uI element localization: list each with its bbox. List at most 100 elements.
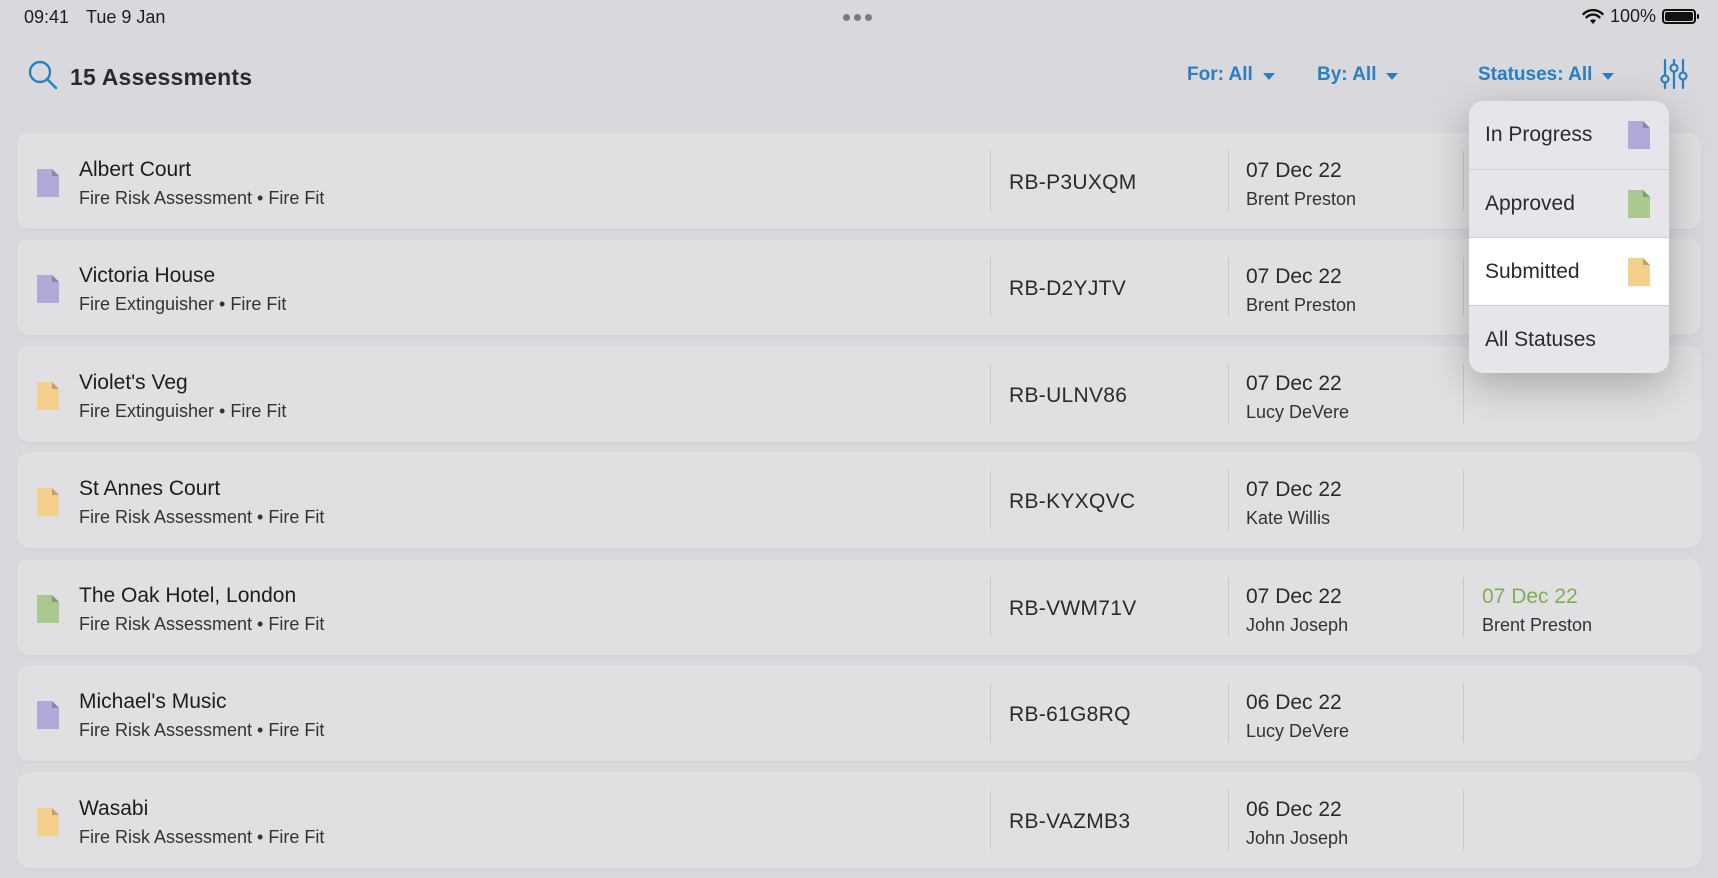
list-item[interactable]: Michael's Music Fire Risk Assessment • F… — [17, 665, 1701, 761]
created-by: Lucy DeVere — [1246, 721, 1350, 741]
divider — [1463, 151, 1464, 211]
status-option-label: All Statuses — [1485, 328, 1596, 351]
assessment-name: St Annes Court — [79, 477, 221, 500]
divider — [990, 577, 991, 637]
assessment-name: Violet's Veg — [79, 371, 188, 394]
by-filter-label: By: All — [1317, 64, 1377, 85]
created-date: 06 Dec 22 — [1246, 798, 1342, 821]
reference-code: RB-ULNV86 — [1009, 384, 1128, 407]
assessment-type: Fire Risk Assessment • Fire Fit — [79, 188, 325, 208]
battery-icon — [1662, 9, 1699, 24]
divider — [990, 151, 991, 211]
divider — [1228, 470, 1229, 530]
for-filter-button[interactable]: For: All — [1187, 64, 1275, 86]
document-icon — [1628, 190, 1650, 218]
divider — [1228, 790, 1229, 850]
reference-code: RB-D2YJTV — [1009, 277, 1127, 300]
divider — [990, 470, 991, 530]
list-item[interactable]: St Annes Court Fire Risk Assessment • Fi… — [17, 452, 1701, 548]
status-dropdown-menu: In Progress Approved Submitted All Statu… — [1469, 101, 1669, 373]
document-icon — [37, 382, 59, 410]
divider — [1228, 364, 1229, 424]
created-by: Brent Preston — [1246, 295, 1357, 315]
status-right: 100% — [1582, 6, 1699, 27]
created-date: 07 Dec 22 — [1246, 585, 1342, 608]
caret-down-icon — [1602, 72, 1615, 80]
list-item[interactable]: Victoria House Fire Extinguisher • Fire … — [17, 239, 1701, 335]
created-by: John Joseph — [1246, 615, 1349, 635]
list-item[interactable]: Albert Court Fire Risk Assessment • Fire… — [17, 133, 1701, 229]
statuses-filter-label: Statuses: All — [1478, 64, 1593, 85]
search-icon[interactable] — [28, 60, 58, 90]
created-by: Brent Preston — [1246, 189, 1357, 209]
status-option-in-progress[interactable]: In Progress — [1469, 101, 1669, 169]
battery-percent: 100% — [1609, 6, 1656, 26]
caret-down-icon — [1386, 72, 1399, 80]
status-option-label: Approved — [1485, 192, 1575, 215]
assessment-name: Michael's Music — [79, 690, 227, 713]
document-icon — [1628, 258, 1650, 286]
assessment-type: Fire Risk Assessment • Fire Fit — [79, 614, 325, 634]
caret-down-icon — [1262, 72, 1275, 80]
page-title: 15 Assessments — [70, 64, 253, 90]
created-date: 07 Dec 22 — [1246, 265, 1342, 288]
divider — [1228, 151, 1229, 211]
document-icon — [1628, 121, 1650, 149]
assessment-name: Albert Court — [79, 158, 192, 181]
divider — [1228, 257, 1229, 317]
list-item[interactable]: Violet's Veg Fire Extinguisher • Fire Fi… — [17, 346, 1701, 442]
created-by: John Joseph — [1246, 828, 1349, 848]
document-icon — [37, 488, 59, 516]
divider — [1228, 683, 1229, 743]
assessment-type: Fire Risk Assessment • Fire Fit — [79, 720, 325, 740]
assessment-type: Fire Extinguisher • Fire Fit — [79, 294, 287, 314]
toolbar: 15 Assessments For: All By: All Statuses… — [0, 44, 1718, 108]
divider — [1463, 257, 1464, 317]
list-item[interactable]: The Oak Hotel, London Fire Risk Assessme… — [17, 559, 1701, 655]
assessment-name: Victoria House — [79, 264, 216, 287]
reference-code: RB-KYXQVC — [1009, 490, 1136, 513]
divider — [1463, 577, 1464, 637]
created-date: 07 Dec 22 — [1246, 478, 1342, 501]
divider — [1463, 364, 1464, 424]
assessment-name: The Oak Hotel, London — [79, 584, 297, 607]
by-filter-button[interactable]: By: All — [1317, 64, 1399, 86]
wifi-icon — [1582, 8, 1604, 24]
divider — [990, 683, 991, 743]
status-date: Tue 9 Jan — [86, 7, 166, 27]
multitasking-dots-icon[interactable] — [843, 14, 872, 21]
divider — [990, 364, 991, 424]
created-by: Kate Willis — [1246, 508, 1331, 528]
divider — [1228, 577, 1229, 637]
created-date: 07 Dec 22 — [1246, 159, 1342, 182]
created-date: 06 Dec 22 — [1246, 691, 1342, 714]
document-icon — [37, 275, 59, 303]
document-icon — [37, 595, 59, 623]
divider — [1463, 683, 1464, 743]
status-option-all-statuses[interactable]: All Statuses — [1469, 306, 1669, 373]
document-icon — [37, 808, 59, 836]
list-item[interactable]: Wasabi Fire Risk Assessment • Fire Fit R… — [17, 772, 1701, 868]
document-icon — [37, 169, 59, 197]
status-time: 09:41 — [24, 7, 70, 27]
created-date: 07 Dec 22 — [1246, 372, 1342, 395]
reference-code: RB-VWM71V — [1009, 597, 1137, 620]
created-by: Lucy DeVere — [1246, 402, 1350, 422]
assessment-name: Wasabi — [79, 797, 149, 820]
sliders-icon[interactable] — [1660, 58, 1688, 90]
divider — [990, 257, 991, 317]
document-icon — [37, 701, 59, 729]
for-filter-label: For: All — [1187, 64, 1253, 85]
reference-code: RB-P3UXQM — [1009, 171, 1137, 194]
status-option-submitted[interactable]: Submitted — [1469, 238, 1669, 306]
status-option-label: In Progress — [1485, 123, 1593, 146]
assessment-type: Fire Risk Assessment • Fire Fit — [79, 507, 325, 527]
assessment-type: Fire Extinguisher • Fire Fit — [79, 401, 287, 421]
status-bar: 09:41 Tue 9 Jan 100% — [0, 0, 1718, 34]
status-option-approved[interactable]: Approved — [1469, 170, 1669, 238]
divider — [1463, 790, 1464, 850]
status-option-label: Submitted — [1485, 260, 1580, 283]
statuses-filter-button[interactable]: Statuses: All — [1478, 64, 1615, 86]
reference-code: RB-VAZMB3 — [1009, 810, 1131, 833]
approved-by: Brent Preston — [1482, 615, 1593, 635]
